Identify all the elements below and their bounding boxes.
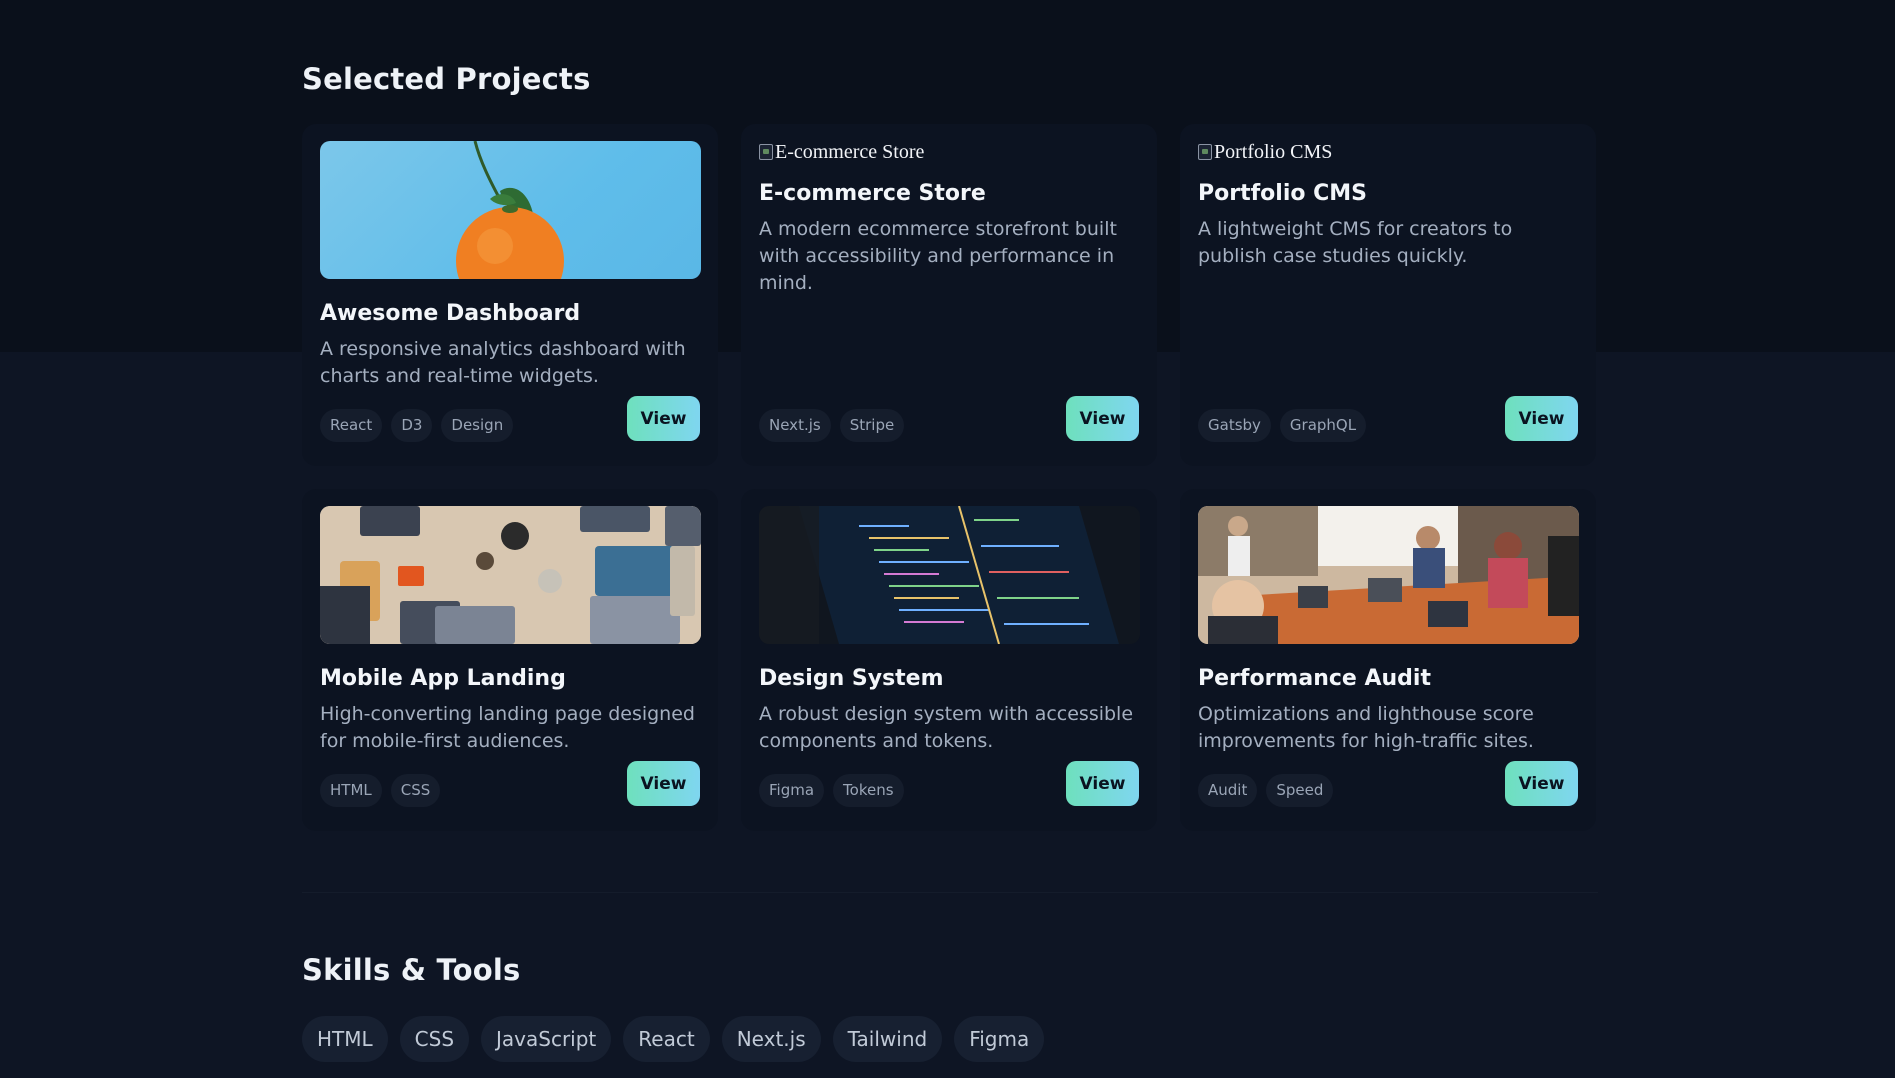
project-title: Mobile App Landing bbox=[320, 666, 566, 691]
project-image bbox=[1198, 506, 1579, 644]
project-title: E-commerce Store bbox=[759, 181, 986, 206]
project-description: A responsive analytics dashboard with ch… bbox=[320, 338, 686, 387]
skill-chip: Tailwind bbox=[832, 1016, 943, 1062]
project-description: A lightweight CMS for creators to publis… bbox=[1198, 218, 1513, 267]
project-title: Portfolio CMS bbox=[1198, 181, 1368, 206]
project-image bbox=[759, 506, 1140, 644]
project-image-broken: E-commerce Store bbox=[759, 141, 1139, 163]
image-alt-text: E-commerce Store bbox=[775, 140, 925, 163]
tag: Stripe bbox=[839, 409, 905, 442]
project-card: Portfolio CMS Portfolio CMS A lightweigh… bbox=[1180, 124, 1596, 466]
project-title: Awesome Dashboard bbox=[320, 301, 581, 326]
tag: Audit bbox=[1198, 774, 1258, 807]
project-card: Design System A robust design system wit… bbox=[741, 489, 1157, 831]
view-button[interactable]: View bbox=[1066, 396, 1139, 441]
tag: Figma bbox=[759, 774, 825, 807]
tag-list: React D3 Design bbox=[320, 409, 514, 442]
section-title-projects: Selected Projects bbox=[302, 62, 591, 96]
tag: CSS bbox=[390, 774, 441, 807]
skills-list: HTML CSS JavaScript React Next.js Tailwi… bbox=[302, 1016, 1045, 1062]
project-description: High-converting landing page designed fo… bbox=[320, 703, 695, 752]
tag: D3 bbox=[391, 409, 433, 442]
view-button[interactable]: View bbox=[1505, 761, 1578, 806]
project-card: E-commerce Store E-commerce Store A mode… bbox=[741, 124, 1157, 466]
project-card: Performance Audit Optimizations and ligh… bbox=[1180, 489, 1596, 831]
skill-chip: Next.js bbox=[721, 1016, 821, 1062]
tag: Speed bbox=[1266, 774, 1334, 807]
project-description: Optimizations and lighthouse score impro… bbox=[1198, 703, 1534, 752]
project-card: Mobile App Landing High-converting landi… bbox=[302, 489, 718, 831]
tag: React bbox=[320, 409, 383, 442]
projects-grid: Awesome Dashboard A responsive analytics… bbox=[302, 124, 1596, 831]
broken-image-icon bbox=[759, 144, 773, 160]
project-image bbox=[320, 506, 701, 644]
tag: Design bbox=[441, 409, 514, 442]
tag-list: Gatsby GraphQL bbox=[1198, 409, 1367, 442]
tag-list: Figma Tokens bbox=[759, 774, 904, 807]
project-title: Performance Audit bbox=[1198, 666, 1431, 691]
skill-chip: JavaScript bbox=[481, 1016, 612, 1062]
tag-list: HTML CSS bbox=[320, 774, 441, 807]
skill-chip: React bbox=[623, 1016, 710, 1062]
project-card: Awesome Dashboard A responsive analytics… bbox=[302, 124, 718, 466]
tag-list: Next.js Stripe bbox=[759, 409, 905, 442]
project-title: Design System bbox=[759, 666, 944, 691]
view-button[interactable]: View bbox=[1505, 396, 1578, 441]
project-description: A robust design system with accessible c… bbox=[759, 703, 1134, 752]
project-description: A modern ecommerce storefront built with… bbox=[759, 218, 1117, 294]
section-divider bbox=[302, 892, 1598, 893]
tag: Gatsby bbox=[1198, 409, 1271, 442]
tag: Next.js bbox=[759, 409, 831, 442]
view-button[interactable]: View bbox=[627, 396, 700, 441]
project-image bbox=[320, 141, 701, 279]
tag-list: Audit Speed bbox=[1198, 774, 1334, 807]
project-image-broken: Portfolio CMS bbox=[1198, 141, 1578, 163]
skill-chip: Figma bbox=[954, 1016, 1045, 1062]
skill-chip: CSS bbox=[399, 1016, 470, 1062]
skill-chip: HTML bbox=[302, 1016, 388, 1062]
tag: HTML bbox=[320, 774, 382, 807]
broken-image-icon bbox=[1198, 144, 1212, 160]
tag: GraphQL bbox=[1279, 409, 1367, 442]
view-button[interactable]: View bbox=[627, 761, 700, 806]
section-title-skills: Skills & Tools bbox=[302, 953, 521, 987]
view-button[interactable]: View bbox=[1066, 761, 1139, 806]
tag: Tokens bbox=[833, 774, 904, 807]
image-alt-text: Portfolio CMS bbox=[1214, 140, 1333, 163]
